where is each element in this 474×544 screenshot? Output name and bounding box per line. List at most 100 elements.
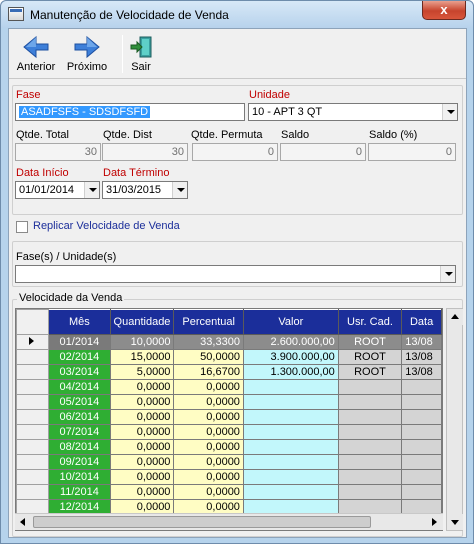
cell-percentual[interactable]: 0,0000: [173, 469, 244, 485]
table-row[interactable]: 07/2014 0,0000 0,0000: [16, 424, 442, 440]
qtde-total-field[interactable]: 30: [15, 143, 101, 161]
cell-valor[interactable]: [242, 394, 339, 410]
previous-button[interactable]: Anterior: [11, 33, 61, 75]
col-data[interactable]: Data: [401, 309, 442, 335]
table-row[interactable]: 01/2014 10,0000 33,3300 2.600.000,00 ROOT 13/…: [16, 334, 442, 350]
table-row[interactable]: 05/2014 0,0000 0,0000: [16, 394, 442, 410]
cell-mes[interactable]: 02/2014: [48, 349, 111, 365]
cell-usr-cad[interactable]: [337, 484, 403, 500]
chevron-down-icon[interactable]: [440, 266, 455, 282]
data-inicio-picker[interactable]: 01/01/2014: [15, 181, 100, 199]
cell-quantidade[interactable]: 0,0000: [109, 484, 175, 500]
cell-percentual[interactable]: 0,0000: [173, 439, 244, 455]
cell-usr-cad[interactable]: [337, 409, 403, 425]
saldo-field[interactable]: 0: [280, 143, 366, 161]
table-row[interactable]: 11/2014 0,0000 0,0000: [16, 484, 442, 500]
exit-button[interactable]: Sair: [127, 33, 155, 75]
cell-valor[interactable]: [242, 379, 339, 395]
cell-data[interactable]: [401, 409, 442, 425]
cell-mes[interactable]: 08/2014: [48, 439, 111, 455]
cell-mes[interactable]: 11/2014: [48, 484, 111, 500]
cell-valor[interactable]: [242, 424, 339, 440]
cell-data[interactable]: [401, 484, 442, 500]
cell-percentual[interactable]: 0,0000: [173, 454, 244, 470]
scroll-up-icon[interactable]: [447, 309, 463, 325]
cell-usr-cad[interactable]: [337, 379, 403, 395]
col-valor[interactable]: Valor: [242, 309, 339, 335]
next-button[interactable]: Próximo: [63, 33, 111, 75]
cell-valor[interactable]: [242, 439, 339, 455]
horizontal-scrollbar[interactable]: [15, 513, 443, 530]
cell-percentual[interactable]: 33,3300: [173, 334, 244, 350]
cell-data[interactable]: [401, 439, 442, 455]
table-row[interactable]: 06/2014 0,0000 0,0000: [16, 409, 442, 425]
cell-valor[interactable]: 1.300.000,00: [242, 364, 339, 380]
cell-data[interactable]: 13/08: [401, 334, 442, 350]
col-usr-cad[interactable]: Usr. Cad.: [337, 309, 403, 335]
cell-mes[interactable]: 05/2014: [48, 394, 111, 410]
cell-usr-cad[interactable]: [337, 469, 403, 485]
cell-usr-cad[interactable]: [337, 394, 403, 410]
sales-grid[interactable]: Mês Quantidade Percentual Valor Usr. Cad…: [15, 308, 443, 531]
saldo-pct-field[interactable]: 0: [368, 143, 456, 161]
cell-valor[interactable]: 2.600.000,00: [242, 334, 339, 350]
cell-valor[interactable]: [242, 484, 339, 500]
cell-mes[interactable]: 10/2014: [48, 469, 111, 485]
calendar-dropdown-icon[interactable]: [84, 182, 99, 198]
cell-quantidade[interactable]: 5,0000: [109, 364, 175, 380]
scroll-right-icon[interactable]: [426, 514, 442, 530]
cell-data[interactable]: [401, 394, 442, 410]
cell-percentual[interactable]: 50,0000: [173, 349, 244, 365]
table-row[interactable]: 08/2014 0,0000 0,0000: [16, 439, 442, 455]
cell-usr-cad[interactable]: ROOT: [337, 364, 403, 380]
cell-data[interactable]: [401, 424, 442, 440]
table-row[interactable]: 02/2014 15,0000 50,0000 3.900.000,00 ROOT 13/…: [16, 349, 442, 365]
qtde-dist-field[interactable]: 30: [102, 143, 188, 161]
cell-usr-cad[interactable]: ROOT: [337, 334, 403, 350]
cell-quantidade[interactable]: 10,0000: [109, 334, 175, 350]
cell-mes[interactable]: 09/2014: [48, 454, 111, 470]
cell-quantidade[interactable]: 0,0000: [109, 394, 175, 410]
cell-valor[interactable]: [242, 469, 339, 485]
table-row[interactable]: 04/2014 0,0000 0,0000: [16, 379, 442, 395]
fases-unidades-combo[interactable]: [15, 265, 456, 283]
cell-valor[interactable]: [242, 454, 339, 470]
table-row[interactable]: 03/2014 5,0000 16,6700 1.300.000,00 ROOT 13/0…: [16, 364, 442, 380]
cell-mes[interactable]: 01/2014: [48, 334, 111, 350]
calendar-dropdown-icon[interactable]: [172, 182, 187, 198]
scroll-down-icon[interactable]: [447, 514, 463, 530]
cell-usr-cad[interactable]: ROOT: [337, 349, 403, 365]
qtde-permuta-field[interactable]: 0: [192, 143, 278, 161]
cell-data[interactable]: [401, 469, 442, 485]
cell-usr-cad[interactable]: [337, 439, 403, 455]
scroll-left-icon[interactable]: [15, 514, 31, 530]
cell-mes[interactable]: 07/2014: [48, 424, 111, 440]
cell-usr-cad[interactable]: [337, 454, 403, 470]
close-button[interactable]: x: [422, 1, 466, 20]
col-mes[interactable]: Mês: [48, 309, 111, 335]
cell-quantidade[interactable]: 0,0000: [109, 454, 175, 470]
cell-percentual[interactable]: 0,0000: [173, 394, 244, 410]
cell-data[interactable]: [401, 379, 442, 395]
cell-quantidade[interactable]: 0,0000: [109, 409, 175, 425]
chevron-down-icon[interactable]: [442, 104, 457, 120]
horizontal-scroll-thumb[interactable]: [33, 516, 371, 528]
col-quantidade[interactable]: Quantidade: [109, 309, 175, 335]
cell-quantidade[interactable]: 0,0000: [109, 469, 175, 485]
table-row[interactable]: 09/2014 0,0000 0,0000: [16, 454, 442, 470]
cell-quantidade[interactable]: 0,0000: [109, 439, 175, 455]
cell-percentual[interactable]: 0,0000: [173, 409, 244, 425]
cell-data[interactable]: 13/08: [401, 349, 442, 365]
cell-quantidade[interactable]: 15,0000: [109, 349, 175, 365]
cell-usr-cad[interactable]: [337, 424, 403, 440]
cell-quantidade[interactable]: 0,0000: [109, 379, 175, 395]
col-percentual[interactable]: Percentual: [173, 309, 244, 335]
cell-valor[interactable]: 3.900.000,00: [242, 349, 339, 365]
cell-mes[interactable]: 06/2014: [48, 409, 111, 425]
vertical-scrollbar[interactable]: [446, 308, 463, 531]
fase-combo[interactable]: ASADFSFS - SDSDFSFD: [15, 103, 245, 121]
cell-percentual[interactable]: 0,0000: [173, 424, 244, 440]
cell-mes[interactable]: 04/2014: [48, 379, 111, 395]
replicar-label[interactable]: Replicar Velocidade de Venda: [33, 220, 180, 232]
table-row[interactable]: 10/2014 0,0000 0,0000: [16, 469, 442, 485]
